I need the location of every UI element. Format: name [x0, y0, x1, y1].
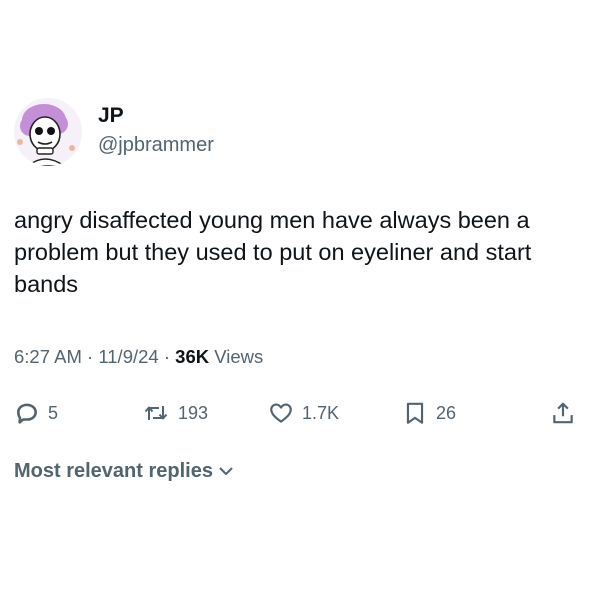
- tweet-card: JP @jpbrammer angry disaffected young me…: [0, 88, 600, 500]
- bookmark-count: 26: [436, 402, 457, 423]
- replies-sort-label: Most relevant replies: [14, 460, 213, 482]
- repost-count: 193: [178, 402, 209, 423]
- author-name[interactable]: JP: [98, 104, 124, 128]
- tweet-time[interactable]: 6:27 AM: [14, 346, 82, 367]
- repost-arrows-icon: [142, 400, 170, 426]
- views-count: 36K: [175, 346, 210, 367]
- meta-separator: ·: [81, 346, 99, 367]
- author-handle[interactable]: @jpbrammer: [98, 134, 214, 157]
- meta-separator: ·: [158, 346, 176, 367]
- chevron-down-icon: [213, 460, 234, 483]
- speech-bubble-icon: [14, 400, 40, 426]
- heart-icon: [268, 400, 294, 426]
- reply-count: 5: [48, 402, 59, 423]
- tweet-meta: 6:27 AM · 11/9/24 · 36K Views: [14, 346, 263, 368]
- like-button[interactable]: 1.7K: [268, 393, 339, 433]
- avatar-image: [14, 98, 82, 166]
- tweet-text: angry disaffected young men have always …: [14, 207, 532, 297]
- share-arrow-icon: [550, 400, 576, 426]
- avatar[interactable]: [14, 98, 82, 166]
- action-bar: 5 193 1.7K 26: [14, 393, 586, 433]
- reply-button[interactable]: 5: [14, 393, 58, 433]
- tweet-date[interactable]: 11/9/24: [98, 346, 158, 367]
- replies-sort-dropdown[interactable]: Most relevant replies: [14, 460, 234, 483]
- like-count: 1.7K: [302, 402, 340, 423]
- bookmark-icon: [402, 400, 428, 426]
- repost-button[interactable]: 193: [142, 393, 208, 433]
- bookmark-button[interactable]: 26: [402, 393, 456, 433]
- views-label: Views: [209, 346, 264, 367]
- share-button[interactable]: [550, 393, 576, 433]
